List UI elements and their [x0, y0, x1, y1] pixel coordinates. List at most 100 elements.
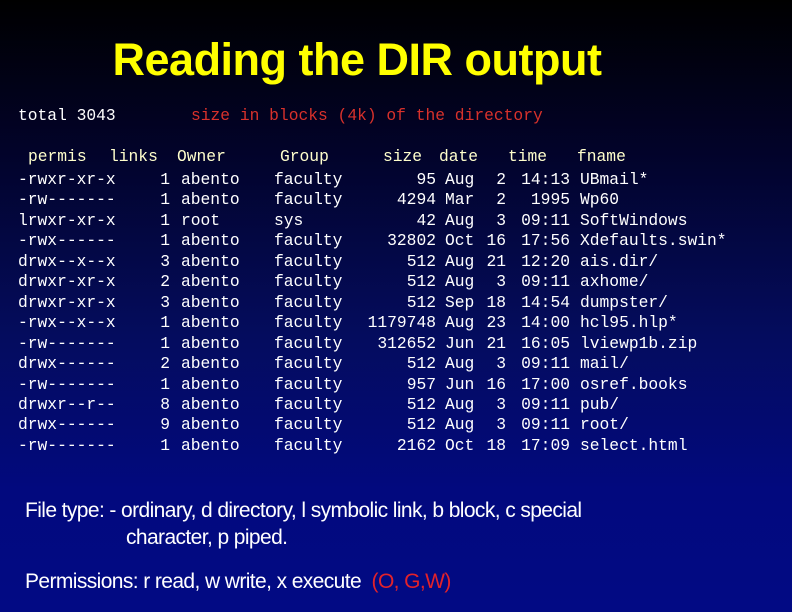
cell-permissions: -rw------- [18, 333, 116, 353]
cell-filename: ais.dir/ [580, 251, 659, 271]
listing-row: drwxr--r-- 8 abento faculty 512 Aug 3 09:11 pub/ [0, 395, 792, 415]
cell-group: faculty [274, 435, 343, 455]
cell-filename: Xdefaults.swin* [580, 231, 727, 251]
cell-month: Aug [445, 415, 475, 435]
cell-month: Aug [445, 394, 475, 414]
cell-owner: abento [181, 170, 240, 189]
cell-size: 512 [406, 394, 436, 414]
cell-group: faculty [274, 170, 343, 189]
file-type-line-2: character, p piped. [126, 526, 288, 549]
cell-time: 14:00 [521, 313, 570, 333]
cell-permissions: -rw------- [18, 435, 116, 455]
cell-owner: abento [181, 272, 240, 292]
cell-size: 95 [416, 170, 436, 189]
cell-size: 512 [406, 354, 436, 374]
cell-size: 32802 [387, 231, 436, 251]
cell-time: 09:11 [521, 415, 570, 435]
cell-size: 42 [416, 210, 436, 230]
cell-month: Jun [445, 333, 475, 353]
cell-filename: dumpster/ [580, 292, 668, 312]
cell-group: faculty [274, 231, 343, 251]
cell-owner: abento [181, 415, 240, 435]
cell-group: faculty [274, 333, 343, 353]
cell-day: 3 [496, 354, 506, 374]
cell-size: 312652 [377, 333, 436, 353]
cell-month: Aug [445, 313, 475, 333]
permissions-scope: (O, G,W) [371, 570, 452, 593]
total-annotation: size in blocks (4k) of the directory [191, 106, 543, 125]
cell-permissions: -rwx------ [18, 231, 116, 251]
cell-link-count: 8 [160, 394, 170, 414]
header-permis: permis [28, 147, 87, 166]
cell-size: 2162 [396, 435, 436, 455]
cell-group: faculty [274, 415, 343, 435]
cell-size: 512 [406, 415, 436, 435]
cell-filename: pub/ [580, 394, 620, 414]
cell-owner: root [181, 210, 221, 230]
cell-filename: root/ [580, 415, 629, 435]
cell-permissions: drwx--x--x [18, 251, 116, 271]
cell-day: 16 [486, 374, 506, 394]
file-type-note-cont: character, p piped. [126, 524, 288, 551]
cell-time: 1995 [530, 190, 570, 210]
cell-group: faculty [274, 190, 343, 210]
listing-row: drwxr-xr-x 2 abento faculty 512 Aug 3 09:11 axho… [0, 272, 792, 292]
cell-size: 4294 [396, 190, 436, 210]
cell-time: 17:00 [521, 374, 570, 394]
cell-time: 17:09 [521, 435, 570, 455]
cell-group: faculty [274, 354, 343, 374]
listing-row: -rw------- 1 abento faculty 4294 Mar 2 1995 Wp60 [0, 190, 792, 210]
cell-time: 14:54 [521, 292, 570, 312]
cell-link-count: 1 [160, 190, 170, 210]
cell-time: 09:11 [521, 354, 570, 374]
cell-month: Aug [445, 251, 475, 271]
cell-filename: hcl95.hlp* [580, 313, 678, 333]
cell-day: 21 [486, 251, 506, 271]
cell-permissions: -rw------- [18, 374, 116, 394]
listing-row: drwx------ 2 abento faculty 512 Aug 3 09:11 mail… [0, 354, 792, 374]
cell-owner: abento [181, 374, 240, 394]
cell-day: 3 [496, 394, 506, 414]
listing-row: -rw------- 1 abento faculty 957 Jun 16 17:00 osr… [0, 375, 792, 395]
cell-link-count: 1 [160, 374, 170, 394]
cell-permissions: lrwxr-xr-x [18, 210, 116, 230]
permissions-note: Permissions: r read, w write, x execute … [25, 568, 451, 595]
cell-permissions: -rw------- [18, 190, 116, 210]
cell-link-count: 3 [160, 251, 170, 271]
listing-row: lrwxr-xr-x 1 root sys 42 Aug 3 09:11 SoftWindows [0, 211, 792, 231]
cell-filename: UBmail* [580, 170, 649, 189]
listing-row: drwxr-xr-x 3 abento faculty 512 Sep 18 14:54 dum… [0, 293, 792, 313]
cell-permissions: drwx------ [18, 354, 116, 374]
cell-permissions: drwxr--r-- [18, 394, 116, 414]
cell-owner: abento [181, 313, 240, 333]
file-type-line-1: File type: - ordinary, d directory, l sy… [25, 499, 582, 522]
cell-link-count: 3 [160, 292, 170, 312]
cell-link-count: 1 [160, 313, 170, 333]
cell-size: 512 [406, 272, 436, 292]
cell-time: 16:05 [521, 333, 570, 353]
cell-owner: abento [181, 292, 240, 312]
header-fname: fname [577, 147, 626, 166]
cell-permissions: drwxr-xr-x [18, 272, 116, 292]
cell-time: 09:11 [521, 272, 570, 292]
cell-group: faculty [274, 292, 343, 312]
cell-owner: abento [181, 251, 240, 271]
cell-link-count: 9 [160, 415, 170, 435]
header-links: links [109, 147, 158, 166]
cell-time: 09:11 [521, 394, 570, 414]
cell-size: 1179748 [367, 313, 436, 333]
cell-time: 09:11 [521, 210, 570, 230]
cell-size: 957 [406, 374, 436, 394]
cell-day: 16 [486, 231, 506, 251]
cell-month: Mar [445, 190, 475, 210]
listing-row: -rwx------ 1 abento faculty 32802 Oct 16 17:56 X… [0, 231, 792, 251]
cell-time: 14:13 [521, 170, 570, 189]
cell-link-count: 2 [160, 272, 170, 292]
cell-day: 18 [486, 292, 506, 312]
cell-month: Jun [445, 374, 475, 394]
cell-permissions: -rwxr-xr-x [18, 170, 116, 189]
cell-month: Oct [445, 231, 475, 251]
cell-link-count: 1 [160, 333, 170, 353]
cell-filename: mail/ [580, 354, 629, 374]
cell-link-count: 1 [160, 435, 170, 455]
